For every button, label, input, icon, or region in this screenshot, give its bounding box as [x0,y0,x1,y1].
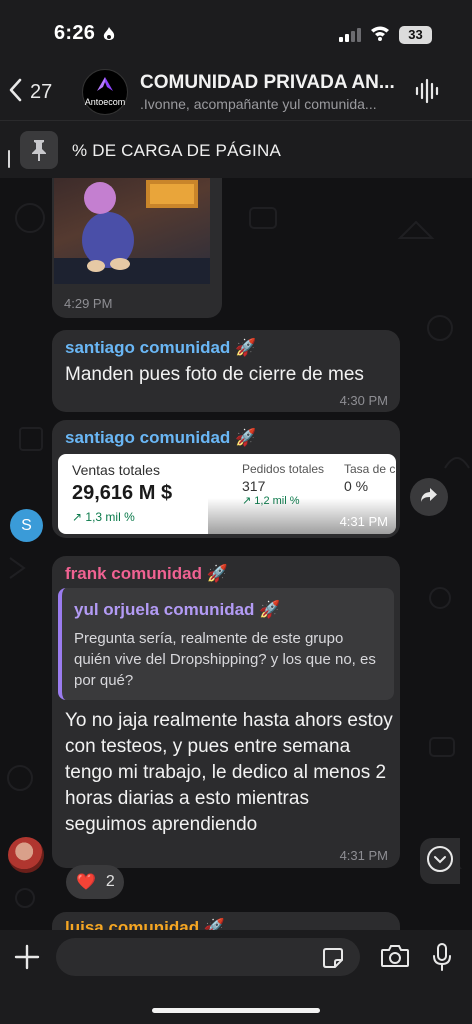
signal-icon [339,28,361,47]
voice-chat-button[interactable] [414,78,440,109]
chat-title[interactable]: COMUNIDAD PRIVADA AN... [140,72,400,94]
message-text: Yo no jaja realmente hasta ahors estoy c… [65,710,393,835]
status-bar: 6:26 33 [0,0,472,64]
wifi-icon [370,25,390,46]
card-value-orders: 317 [242,478,266,494]
sticker-icon [322,948,344,973]
heart-icon: ❤️ [76,874,96,891]
pinned-text: % DE CARGA DE PÁGINA [72,141,281,160]
message-time: 4:29 PM [64,296,113,311]
microphone-button[interactable] [432,942,452,977]
avatar[interactable]: S [10,509,43,542]
camera-button[interactable] [380,944,410,973]
reply-text: Pregunta sería, realmente de este grupo … [74,630,376,689]
sender-name[interactable]: santiago comunidad 🚀 [65,338,256,358]
message-time: 4:31 PM [339,848,388,863]
avatar-label: Antoecom [84,97,126,107]
media-message[interactable]: 4:29 PM [52,178,222,318]
reaction-chip[interactable]: ❤️ 2 [66,865,124,899]
chat-subtitle: .Ivonne, acompañante yul comunida... [140,96,377,112]
chat-header: 27 Antoecom COMUNIDAD PRIVADA AN... .Ivo… [0,64,472,120]
avatar[interactable] [8,837,44,873]
message-input[interactable] [56,938,360,976]
pin-icon [20,131,58,169]
group-avatar[interactable]: Antoecom [82,69,128,115]
card-label-rate: Tasa de c [344,462,396,476]
message-time: 4:31 PM [339,514,388,529]
forward-button[interactable] [410,478,448,516]
message-time: 4:30 PM [339,393,388,408]
card-value-rate: 0 % [344,478,369,494]
back-button[interactable]: 27 [8,76,52,108]
reaction-count: 2 [105,873,115,890]
chevron-down-icon [426,845,454,878]
message-text: Manden pues foto de cierre de mes [65,364,364,385]
share-arrow-icon [420,487,438,508]
card-delta-sales: ↗ 1,3 mil % [72,510,135,524]
media-thumbnail[interactable] [54,178,210,284]
reply-quote[interactable]: yul orjuela comunidad 🚀 Pregunta sería, … [58,588,394,700]
plus-icon [14,944,40,974]
card-label-orders: Pedidos totales [242,462,325,476]
chevron-left-icon [8,78,22,107]
sticker-button[interactable] [322,947,344,974]
card-label-sales: Ventas totales [72,462,160,478]
reply-author: yul orjuela comunidad 🚀 [74,600,281,619]
unread-count: 27 [30,80,53,103]
microphone-icon [432,943,452,976]
message-bubble[interactable]: santiago comunidad 🚀 Manden pues foto de… [52,330,400,412]
message-bubble[interactable]: frank comunidad 🚀 yul orjuela comunidad … [52,556,400,868]
waveform-icon [414,78,440,108]
pinned-message-bar[interactable]: % DE CARGA DE PÁGINA [0,120,472,178]
sender-name[interactable]: santiago comunidad 🚀 [65,428,256,448]
card-value-sales: 29,616 M $ [72,482,173,504]
attach-button[interactable] [14,944,40,975]
pin-indicator [8,150,10,168]
scroll-down-button[interactable] [420,838,460,884]
home-indicator [152,1008,320,1013]
sender-name[interactable]: frank comunidad 🚀 [65,564,228,584]
focus-icon [102,26,116,47]
message-bubble[interactable]: santiago comunidad 🚀 Ventas totales 29,6… [52,420,400,538]
sales-screenshot[interactable]: Ventas totales 29,616 M $ ↗ 1,3 mil % Pe… [58,454,396,534]
status-time: 6:26 [54,22,96,44]
logo-icon [97,77,113,96]
battery-indicator: 33 [399,26,432,44]
camera-icon [380,945,410,972]
